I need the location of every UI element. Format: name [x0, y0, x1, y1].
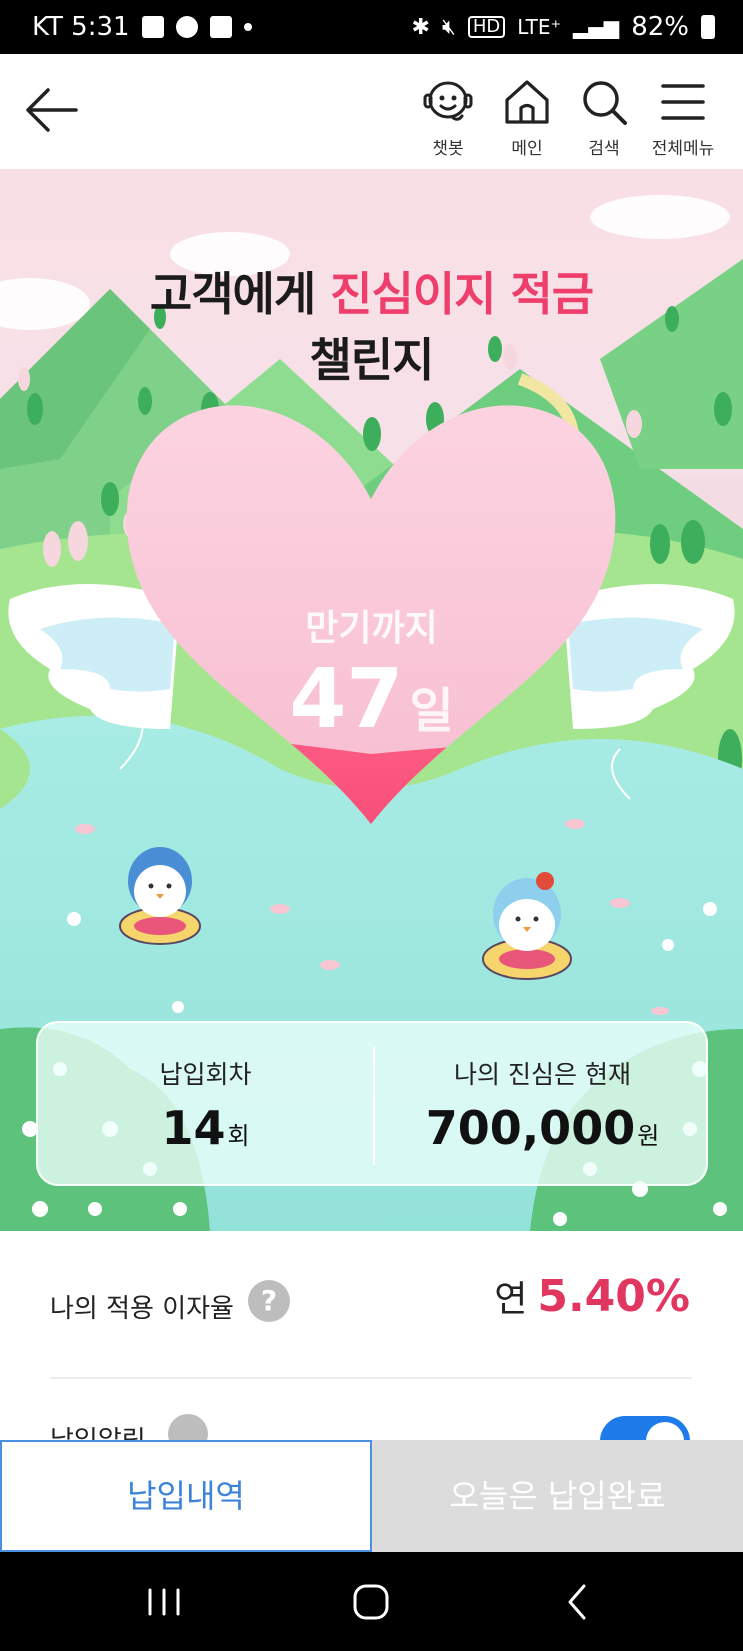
amount-number: 700,000: [425, 1101, 636, 1155]
notification-dot-icon: [243, 23, 252, 31]
days-remaining: 47 일: [0, 657, 743, 754]
rate-value: 5.40%: [537, 1271, 690, 1322]
search-button[interactable]: 검색: [564, 76, 644, 166]
deposit-count-value: 14회: [38, 1101, 373, 1155]
title-part1: 고객에게: [149, 267, 331, 321]
deposit-count-stat: 납입회차 14회: [38, 1055, 373, 1155]
row-divider: [50, 1377, 692, 1379]
current-amount-label: 나의 진심은 현재: [454, 1060, 631, 1089]
back-button[interactable]: [24, 82, 84, 138]
home-nav-icon[interactable]: [341, 1582, 401, 1622]
nav-label-chatbot: 챗봇: [432, 139, 464, 159]
gallery-icon: [141, 16, 164, 38]
nav-label-home: 메인: [511, 139, 543, 159]
recent-apps-icon[interactable]: [134, 1582, 194, 1622]
network-label: LTE⁺: [517, 15, 562, 39]
bottom-action-bar: 납입내역 오늘은 납입완료: [0, 1440, 743, 1552]
deposit-history-button[interactable]: 납입내역: [0, 1440, 372, 1552]
deposit-count-label: 납입회차: [159, 1060, 252, 1089]
amount-unit: 원: [637, 1122, 660, 1150]
battery-label: 82%: [631, 12, 689, 42]
maturity-countdown: 만기까지 47 일: [0, 599, 743, 754]
days-unit: 일: [409, 683, 454, 739]
carrier-time: KT 5:31: [32, 12, 130, 42]
help-icon[interactable]: ?: [248, 1280, 290, 1322]
status-bar: KT 5:31 ✱ 🔇︎ HD LTE⁺ ▂▄▆ 82%: [0, 0, 743, 54]
interest-rate-row: 나의 적용 이자율 ? 연 5.40%: [50, 1270, 690, 1340]
battery-icon: [701, 15, 715, 39]
count-unit: 회: [227, 1122, 250, 1150]
back-arrow-icon: [26, 88, 78, 132]
count-number: 14: [161, 1101, 226, 1155]
all-menu-button[interactable]: 전체메뉴: [643, 76, 723, 166]
interest-rate: 연 5.40%: [494, 1270, 690, 1322]
maturity-label: 만기까지: [305, 608, 438, 649]
current-amount-value: 700,000원: [375, 1101, 710, 1155]
mute-icon: 🔇︎: [441, 14, 456, 40]
title-accent: 진심이지 적금: [330, 267, 594, 321]
chatbot-icon: [423, 81, 473, 121]
cloud-icon: [175, 16, 198, 38]
back-nav-icon[interactable]: [548, 1582, 608, 1622]
folder-icon: [209, 16, 232, 38]
signal-icon: ▂▄▆: [573, 15, 620, 39]
deposit-complete-button[interactable]: 오늘은 납입완료: [372, 1440, 743, 1552]
challenge-title: 고객에게 진심이지 적금 챌린지: [0, 261, 743, 393]
status-right: ✱ 🔇︎ HD LTE⁺ ▂▄▆ 82%: [412, 12, 715, 42]
title-line2: 챌린지: [309, 333, 435, 387]
system-nav-bar: [0, 1552, 743, 1651]
current-amount-stat: 나의 진심은 현재 700,000원: [375, 1055, 710, 1155]
challenge-hero: 고객에게 진심이지 적금 챌린지 만기까지 47 일 납입회차 14회 나의 진심…: [0, 169, 743, 1231]
rate-prefix: 연: [494, 1279, 528, 1320]
home-icon: [505, 80, 549, 124]
stats-panel: 납입회차 14회 나의 진심은 현재 700,000원: [36, 1021, 708, 1186]
chatbot-button[interactable]: 챗봇: [408, 76, 488, 166]
interest-rate-label: 나의 적용 이자율: [50, 1294, 234, 1324]
nav-label-menu: 전체메뉴: [651, 139, 715, 159]
home-button[interactable]: 메인: [487, 76, 567, 166]
hd-icon: HD: [467, 16, 506, 38]
days-value: 47: [289, 652, 404, 747]
app-header: 챗봇 메인 검색 전체메뉴: [0, 54, 743, 169]
bluetooth-icon: ✱: [411, 14, 430, 40]
search-icon: [583, 81, 627, 125]
menu-icon: [661, 84, 705, 120]
screen: KT 5:31 ✱ 🔇︎ HD LTE⁺ ▂▄▆ 82% 챗봇 메인 검색 전체…: [0, 0, 743, 1651]
nav-label-search: 검색: [588, 139, 620, 159]
status-left: KT 5:31: [32, 12, 252, 42]
